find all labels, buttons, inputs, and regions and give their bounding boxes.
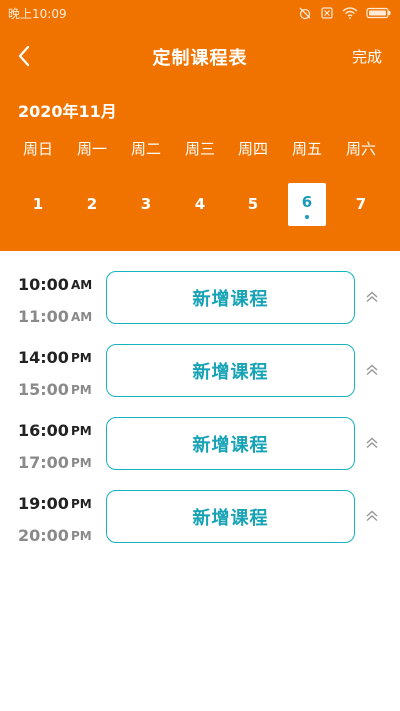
start-time: 10:00 [18,275,69,294]
start-period: PM [71,497,92,511]
double-chevron-up-icon[interactable] [364,508,380,524]
add-course-button[interactable]: 新增课程 [106,271,355,324]
date-cell[interactable]: 2 [73,183,111,226]
end-period: PM [71,383,92,397]
double-chevron-up-icon[interactable] [364,289,380,305]
weekday-row: 周日 周一 周二 周三 周四 周五 周六 [0,138,400,164]
date-cell[interactable]: 7 [342,183,380,226]
weekday-wed: 周三 [184,140,215,158]
weekday-sat: 周六 [345,140,376,158]
end-time: 17:00 [18,453,69,472]
done-button[interactable]: 完成 [352,46,382,67]
sim-card-icon [321,7,333,19]
end-time: 11:00 [18,307,69,326]
date-cell[interactable]: 4 [181,183,219,226]
wifi-icon [342,7,358,19]
month-label: 2020年11月 [18,102,117,121]
weekday-thu: 周四 [237,140,268,158]
start-period: PM [71,424,92,438]
double-chevron-up-icon[interactable] [364,362,380,378]
date-cell[interactable]: 1 [19,183,57,226]
add-course-button[interactable]: 新增课程 [106,417,355,470]
weekday-sun: 周日 [22,140,53,158]
date-cell[interactable]: 3 [127,183,165,226]
date-label: 6 [301,193,313,211]
alarm-off-icon [299,7,311,20]
status-icons [298,6,392,20]
end-time: 20:00 [18,526,69,545]
double-chevron-up-icon[interactable] [364,435,380,451]
time-slot: 19:00 PM 20:00 PM 新增课程 [0,490,400,548]
page-title: 定制课程表 [152,48,248,69]
header: 晚上10:09 定制课程表 完成 2020年11月 周日 周一 周二 周三 周四… [0,0,400,251]
end-period: PM [71,529,92,543]
weekday-mon: 周一 [76,140,107,158]
start-time: 19:00 [18,494,69,513]
time-slot: 16:00 PM 17:00 PM 新增课程 [0,417,400,475]
date-cell-selected[interactable]: 6 [288,183,326,226]
add-course-button[interactable]: 新增课程 [106,344,355,397]
add-course-button[interactable]: 新增课程 [106,490,355,543]
start-period: AM [71,278,93,292]
end-period: AM [71,310,93,324]
selected-dot [305,215,309,219]
end-period: PM [71,456,92,470]
end-time: 15:00 [18,380,69,399]
chevron-left-icon [18,45,30,67]
nav-bar: 定制课程表 完成 [0,34,400,78]
weekday-fri: 周五 [291,140,322,158]
date-cell[interactable]: 5 [234,183,272,226]
time-slot: 14:00 PM 15:00 PM 新增课程 [0,344,400,402]
start-time: 14:00 [18,348,69,367]
time-slot: 10:00 AM 11:00 AM 新增课程 [0,271,400,329]
start-period: PM [71,351,92,365]
status-bar: 晚上10:09 [0,0,400,26]
back-button[interactable] [10,42,38,70]
battery-icon [366,7,391,19]
start-time: 16:00 [18,421,69,440]
date-row: 1 2 3 4 5 6 7 [0,183,400,227]
weekday-tue: 周二 [130,140,161,158]
status-time: 晚上10:09 [8,6,67,21]
